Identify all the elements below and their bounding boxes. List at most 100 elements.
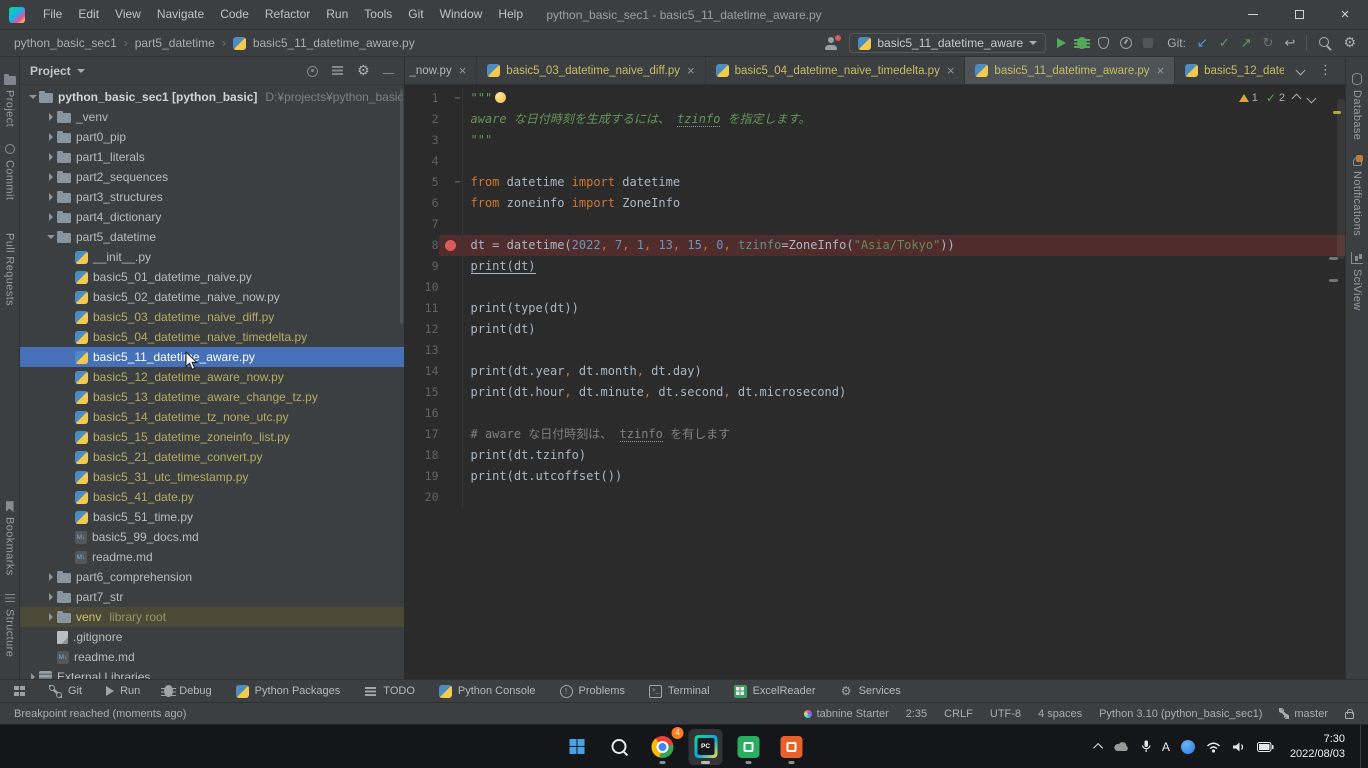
stop-button[interactable]	[1143, 38, 1153, 48]
breakpoint-icon[interactable]	[445, 240, 456, 251]
code-line[interactable]: 12print(dt)	[405, 319, 1346, 340]
gutter[interactable]	[439, 382, 463, 403]
code-line[interactable]: 14print(dt.year, dt.month, dt.day)	[405, 361, 1346, 382]
code-line[interactable]: 9print(dt)	[405, 256, 1346, 277]
tool-window-button-python-console[interactable]: Python Console	[439, 685, 536, 698]
gutter[interactable]	[439, 403, 463, 424]
ok-indicator[interactable]: ✓ 2	[1266, 91, 1285, 105]
code-line[interactable]: 20	[405, 487, 1346, 508]
gutter[interactable]	[439, 214, 463, 235]
status-interpreter[interactable]: Python 3.10 (python_basic_sec1)	[1099, 708, 1262, 720]
blue-app-icon[interactable]	[1181, 740, 1195, 754]
tool-window-button-python-packages[interactable]: Python Packages	[236, 685, 341, 698]
taskbar-clock[interactable]: 7:30 2022/08/03	[1290, 732, 1345, 762]
collapse-all-icon[interactable]	[331, 64, 344, 77]
line-number[interactable]: 8	[405, 235, 439, 256]
code-line[interactable]: 4	[405, 151, 1346, 172]
tree-item[interactable]: basic5_02_datetime_naive_now.py	[20, 287, 404, 307]
tab-close-icon[interactable]: ×	[687, 63, 695, 78]
tree-item[interactable]: .gitignore	[20, 627, 404, 647]
tree-item[interactable]: readme.md	[20, 647, 404, 667]
tree-item[interactable]: basic5_99_docs.md	[20, 527, 404, 547]
line-number[interactable]: 9	[405, 256, 439, 277]
stripe-mark[interactable]	[1329, 279, 1338, 282]
collapse-arrow-icon[interactable]	[44, 235, 57, 239]
tool-window-button-git[interactable]: Git	[49, 685, 82, 698]
tool-window-button-terminal[interactable]: Terminal	[649, 685, 710, 698]
menu-git[interactable]: Git	[400, 0, 431, 29]
tree-item[interactable]: basic5_01_datetime_naive.py	[20, 267, 404, 287]
status-position[interactable]: 2:35	[906, 708, 927, 720]
maximize-button[interactable]	[1276, 0, 1322, 29]
line-number[interactable]: 6	[405, 193, 439, 214]
code-line[interactable]: 11print(type(dt))	[405, 298, 1346, 319]
tool-stripe-notifications[interactable]: Notifications	[1351, 156, 1363, 236]
tool-window-button-run[interactable]: Run	[106, 685, 140, 697]
volume-icon[interactable]	[1232, 741, 1246, 753]
gutter[interactable]	[439, 319, 463, 340]
tool-stripe-sciview[interactable]: SciView	[1351, 252, 1363, 311]
tool-window-button-todo[interactable]: TODO	[364, 685, 415, 698]
inspections-widget[interactable]: 1 ✓ 2	[1239, 91, 1315, 105]
stripe-mark[interactable]	[1329, 257, 1338, 260]
gutter[interactable]	[439, 445, 463, 466]
line-number[interactable]: 19	[405, 466, 439, 487]
green-app-button[interactable]	[732, 729, 766, 765]
coverage-button[interactable]	[1098, 37, 1109, 49]
code-line[interactable]: 18print(dt.tzinfo)	[405, 445, 1346, 466]
tool-window-button-services[interactable]: Services	[840, 685, 901, 698]
git-update-button[interactable]: ↙	[1197, 37, 1208, 50]
menu-run[interactable]: Run	[318, 0, 356, 29]
gutter[interactable]	[439, 361, 463, 382]
chrome-taskbar-button[interactable]: 4	[646, 729, 680, 765]
expand-arrow-icon[interactable]	[44, 113, 57, 121]
close-button[interactable]: ×	[1322, 0, 1368, 29]
tree-item[interactable]: part3_structures	[20, 187, 404, 207]
tab-list-dropdown-icon[interactable]	[1296, 66, 1306, 76]
tree-item[interactable]: basic5_21_datetime_convert.py	[20, 447, 404, 467]
search-button[interactable]	[603, 729, 637, 765]
tool-window-switcher-icon[interactable]	[14, 686, 25, 697]
cloud-icon[interactable]	[1114, 742, 1130, 752]
tool-stripe-commit[interactable]: Commit	[4, 143, 16, 200]
tree-item[interactable]: basic5_04_datetime_naive_timedelta.py	[20, 327, 404, 347]
line-number[interactable]: 1	[405, 88, 439, 109]
run-button[interactable]	[1057, 38, 1066, 48]
menu-navigate[interactable]: Navigate	[149, 0, 212, 29]
code-line[interactable]: 19print(dt.utcoffset())	[405, 466, 1346, 487]
microphone-icon[interactable]	[1141, 740, 1151, 753]
status-branch[interactable]: master	[1279, 708, 1328, 720]
gutter[interactable]	[439, 151, 463, 172]
gutter[interactable]	[439, 130, 463, 151]
gutter[interactable]: −	[439, 88, 463, 109]
battery-icon[interactable]	[1257, 742, 1274, 752]
status-lock[interactable]	[1345, 708, 1354, 719]
expand-arrow-icon[interactable]	[44, 153, 57, 161]
editor-tab[interactable]: basic5_03_datetime_naive_diff.py×	[477, 57, 705, 84]
tool-window-button-problems[interactable]: Problems	[560, 685, 625, 698]
git-commit-button[interactable]: ✓	[1219, 37, 1230, 50]
project-scrollbar[interactable]	[400, 89, 403, 324]
menu-edit[interactable]: Edit	[70, 0, 107, 29]
tree-item[interactable]: part1_literals	[20, 147, 404, 167]
expand-arrow-icon[interactable]	[44, 593, 57, 601]
warnings-indicator[interactable]: 1	[1239, 92, 1258, 104]
tool-stripe-database[interactable]: Database	[1351, 73, 1363, 140]
gutter[interactable]	[439, 466, 463, 487]
tree-item[interactable]: External Libraries	[20, 667, 404, 679]
line-number[interactable]: 16	[405, 403, 439, 424]
expand-arrow-icon[interactable]	[26, 673, 39, 679]
tree-item[interactable]: basic5_31_utc_timestamp.py	[20, 467, 404, 487]
tree-item[interactable]: basic5_12_datetime_aware_now.py	[20, 367, 404, 387]
breadcrumb-item[interactable]: basic5_11_datetime_aware.py	[253, 36, 415, 50]
editor-tab[interactable]: basic5_12_datetime_aware_now.py×	[1175, 57, 1284, 84]
menu-refactor[interactable]: Refactor	[257, 0, 318, 29]
gutter[interactable]	[439, 109, 463, 130]
editor-scrollbar[interactable]	[1337, 99, 1345, 259]
code-editor[interactable]: 1 ✓ 2 1−"""2aware な日付時刻を生成するには、 tzinfo を…	[405, 85, 1346, 679]
code-with-me-icon[interactable]	[824, 37, 838, 50]
prev-problem-icon[interactable]	[1292, 93, 1302, 103]
tree-item[interactable]: part5_datetime	[20, 227, 404, 247]
start-button[interactable]	[560, 729, 594, 765]
line-number[interactable]: 15	[405, 382, 439, 403]
